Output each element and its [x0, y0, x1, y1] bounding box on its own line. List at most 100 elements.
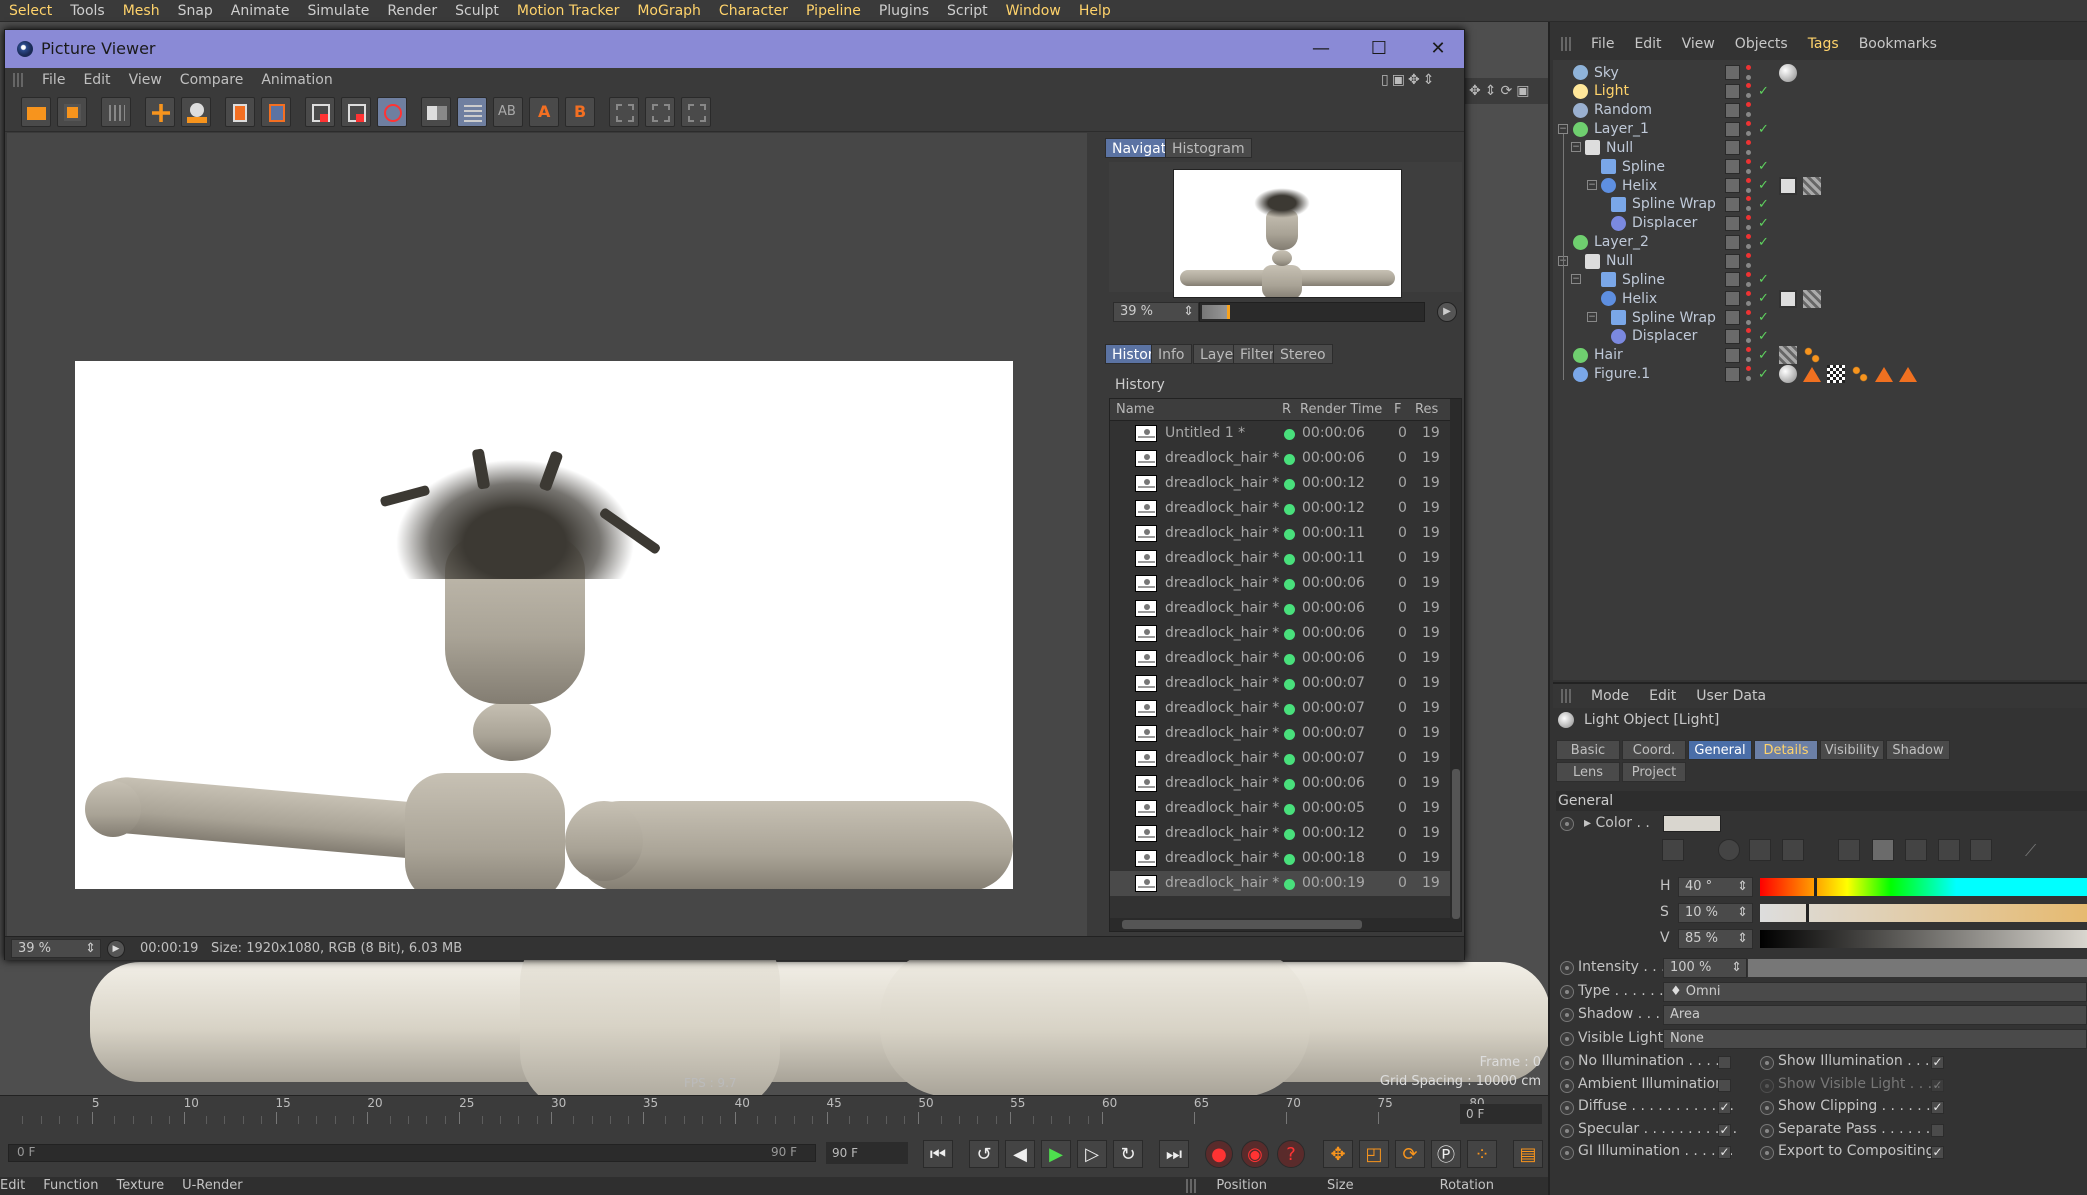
end-frame-field[interactable]: 90 F	[826, 1142, 908, 1164]
tri-tag-icon[interactable]	[1875, 366, 1893, 382]
s-slider[interactable]	[1760, 904, 2087, 922]
enabled-check-icon[interactable]: ✓	[1758, 122, 1769, 137]
color-swatch[interactable]	[1663, 815, 1721, 832]
menu-script[interactable]: Script	[938, 0, 997, 22]
checker-tag-icon[interactable]	[1827, 365, 1845, 384]
history-row[interactable]: dreadlock_hair * 00:00:06 0 19	[1110, 446, 1450, 471]
object-row[interactable]: Figure.1 ✓	[1553, 362, 2087, 387]
material-menu-edit[interactable]: Edit	[0, 1177, 25, 1195]
hsv-mode-icon[interactable]	[1872, 839, 1894, 861]
enabled-check-icon[interactable]: ✓	[1758, 348, 1769, 363]
image-canvas[interactable]	[7, 133, 1095, 936]
zoom-slider-knob[interactable]	[1227, 305, 1230, 319]
intensity-field[interactable]: 100 % ⇕	[1663, 958, 1747, 978]
render-region-button[interactable]	[145, 97, 175, 127]
paste-layer-button[interactable]	[261, 97, 291, 127]
viewport-nav-tools[interactable]: ✥ ⇕ ⟳ ▣	[1465, 78, 1548, 104]
enabled-check-icon[interactable]: ✓	[1758, 367, 1769, 382]
h-field[interactable]: 40 ° ⇕	[1678, 877, 1753, 897]
layer-toggle-icon[interactable]	[1725, 178, 1740, 194]
option-anim-radio[interactable]	[1560, 1078, 1574, 1093]
timeline-window-button[interactable]: ▤	[1513, 1140, 1543, 1168]
history-row[interactable]: dreadlock_hair * 00:00:06 0 19	[1110, 646, 1450, 671]
option-checkbox[interactable]: ✓	[1718, 1123, 1731, 1137]
history-row[interactable]: dreadlock_hair * 00:00:06 0 19	[1110, 571, 1450, 596]
pla-key-button[interactable]: ⁘	[1467, 1140, 1497, 1168]
option-anim-radio[interactable]	[1760, 1123, 1774, 1138]
column-r[interactable]: R	[1282, 402, 1291, 417]
layer-toggle-icon[interactable]	[1725, 310, 1740, 326]
om-menu-file[interactable]: File	[1581, 36, 1624, 52]
layer-toggle-icon[interactable]	[1725, 291, 1740, 307]
history-row[interactable]: dreadlock_hair * 00:00:06 0 19	[1110, 621, 1450, 646]
rotate-key-button[interactable]: ⟳	[1395, 1140, 1425, 1168]
column-render-time[interactable]: Render Time	[1300, 402, 1382, 417]
history-row[interactable]: dreadlock_hair * 00:00:07 0 19	[1110, 671, 1450, 696]
collapse-toggle-icon[interactable]: −	[1587, 312, 1597, 323]
navigator-zoom-field[interactable]: 39 % ⇕	[1113, 302, 1199, 322]
mixer-mode-icon[interactable]	[1938, 839, 1960, 861]
enabled-check-icon[interactable]: ✓	[1758, 329, 1769, 344]
om-menu-bookmarks[interactable]: Bookmarks	[1849, 36, 1947, 52]
attr-menu-user-data[interactable]: User Data	[1686, 688, 1776, 704]
pv-layout-tools[interactable]: ▯▣✥⇕	[1381, 72, 1437, 88]
zoom-out-button[interactable]	[681, 97, 711, 127]
move-view-icon[interactable]: ✥	[1469, 83, 1485, 99]
save-image-button[interactable]	[57, 97, 87, 127]
history-hscroll-thumb[interactable]	[1122, 920, 1362, 929]
layer-toggle-icon[interactable]	[1725, 159, 1740, 175]
menu-animate[interactable]: Animate	[222, 0, 299, 22]
pv-menu-edit[interactable]: Edit	[74, 72, 119, 88]
prev-key-button[interactable]: ↺	[969, 1140, 999, 1168]
v-field[interactable]: 85 % ⇕	[1678, 929, 1753, 949]
layer-toggle-icon[interactable]	[1725, 83, 1740, 99]
picture-viewer-titlebar[interactable]: Picture Viewer — ☐ ✕	[5, 30, 1464, 68]
scale-key-button[interactable]: ◰	[1359, 1140, 1389, 1168]
navigator-thumbnail[interactable]	[1173, 169, 1402, 298]
column-res[interactable]: Res	[1415, 402, 1438, 417]
zoom-fit-button[interactable]	[609, 97, 639, 127]
navigator-play-button[interactable]: ▶	[1437, 302, 1457, 322]
option-checkbox[interactable]: ✓	[1718, 1146, 1731, 1160]
color-wheel-mode-icon[interactable]	[1662, 839, 1684, 861]
enabled-check-icon[interactable]: ✓	[1758, 216, 1769, 231]
kelvin-mode-icon[interactable]	[1905, 839, 1927, 861]
enabled-check-icon[interactable]: ✓	[1758, 291, 1769, 306]
tab-stereo[interactable]: Stereo	[1273, 344, 1333, 364]
autokey-button[interactable]: ◉	[1241, 1140, 1269, 1168]
ball-tag-icon[interactable]	[1779, 365, 1797, 384]
history-row[interactable]: dreadlock_hair * 00:00:06 0 19	[1110, 596, 1450, 621]
option-checkbox[interactable]	[1718, 1078, 1731, 1092]
attr-tab-visibility[interactable]: Visibility	[1820, 740, 1884, 760]
copy-layer-button[interactable]	[225, 97, 255, 127]
swatches-mode-icon[interactable]	[1970, 839, 1992, 861]
rotate-view-icon[interactable]: ⟳	[1500, 83, 1516, 99]
type-anim-radio[interactable]	[1560, 985, 1574, 999]
column-f[interactable]: F	[1394, 402, 1401, 417]
open-image-button[interactable]	[21, 97, 51, 127]
history-vscroll-thumb[interactable]	[1452, 769, 1460, 919]
history-row[interactable]: Untitled 1 * 00:00:06 0 19	[1110, 421, 1450, 446]
record-button[interactable]: ●	[1205, 1140, 1233, 1168]
enabled-check-icon[interactable]: ✓	[1758, 235, 1769, 250]
status-zoom-field[interactable]: 39 % ⇕	[11, 939, 101, 958]
h-slider-knob[interactable]	[1814, 878, 1817, 896]
attr-tab-details[interactable]: Details	[1754, 740, 1818, 760]
collapse-toggle-icon[interactable]: −	[1571, 142, 1581, 153]
render-active-button[interactable]	[181, 97, 211, 127]
om-menu-objects[interactable]: Objects	[1725, 36, 1798, 52]
history-row[interactable]: dreadlock_hair * 00:00:11 0 19	[1110, 521, 1450, 546]
layer-toggle-icon[interactable]	[1725, 102, 1740, 118]
param-key-button[interactable]: Ⓟ	[1431, 1140, 1461, 1168]
material-menu-u-render[interactable]: U-Render	[182, 1177, 243, 1195]
s-slider-knob[interactable]	[1806, 904, 1809, 922]
layer-toggle-icon[interactable]	[1725, 366, 1740, 382]
grid-view-button[interactable]	[101, 97, 131, 127]
menu-select[interactable]: Select	[0, 0, 61, 22]
column-name[interactable]: Name	[1116, 402, 1154, 417]
visible-light-anim-radio[interactable]	[1560, 1032, 1574, 1046]
render-frame-button[interactable]	[341, 97, 371, 127]
panel-splitter[interactable]	[1087, 133, 1107, 936]
option-checkbox[interactable]: ✓	[1931, 1056, 1944, 1069]
tab-histogram[interactable]: Histogram	[1165, 138, 1252, 158]
